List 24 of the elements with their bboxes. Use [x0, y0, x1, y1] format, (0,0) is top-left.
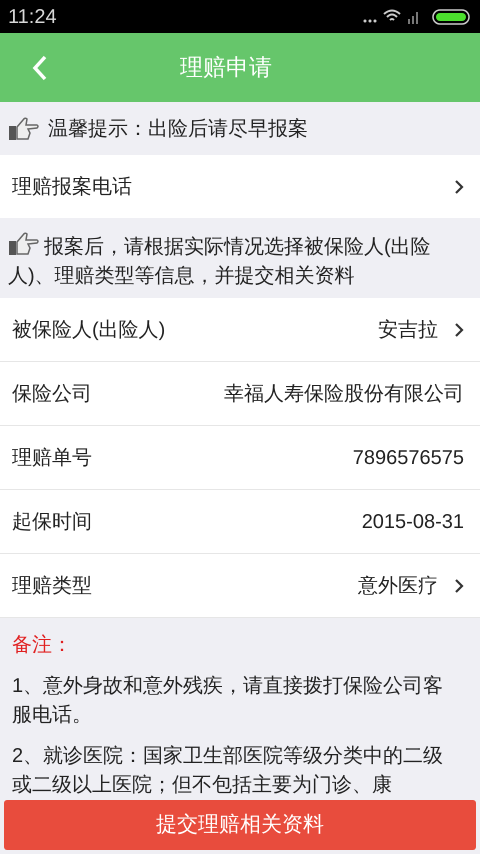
tip-text: 温馨提示：出险后请尽早报案	[48, 116, 308, 142]
field-label: 保险公司	[12, 382, 92, 406]
thumbs-up-icon	[8, 231, 40, 257]
field-label: 理赔类型	[12, 574, 92, 598]
field-value: 安吉拉	[378, 318, 438, 342]
thumbs-up-icon	[8, 116, 40, 142]
field-label: 起保时间	[12, 510, 92, 534]
back-icon	[32, 54, 48, 80]
submit-button[interactable]: 提交理赔相关资料	[4, 800, 476, 850]
status-time: 11:24	[8, 4, 57, 30]
field-value: 2015-08-31	[362, 510, 464, 534]
field-value: 幸福人寿保险股份有限公司	[224, 382, 464, 406]
page-title: 理赔申请	[180, 53, 272, 82]
notes-title: 备注：	[12, 633, 73, 658]
field-label: 被保险人(出险人)	[12, 318, 166, 342]
form-row[interactable]: 被保险人(出险人) 安吉拉	[0, 298, 480, 362]
note-text: 1、意外身故和意外残疾，请直接拨打保险公司客服电话。	[12, 674, 444, 728]
field-value: 7896576575	[352, 446, 464, 470]
phone-row[interactable]: 理赔报案电话	[0, 155, 480, 218]
form-row[interactable]: 理赔类型 意外医疗	[0, 554, 480, 618]
tip-text: 报案后，请根据实际情况选择被保险人(出险人)、理赔类型等信息，并提交相关资料	[8, 231, 472, 291]
note-text: 2、就诊医院：国家卫生部医院等级分类中的二级或二级以上医院；但不包括主要为门诊、康	[12, 744, 444, 798]
field-value: 意外医疗	[358, 574, 438, 598]
field-label: 理赔单号	[12, 446, 92, 470]
